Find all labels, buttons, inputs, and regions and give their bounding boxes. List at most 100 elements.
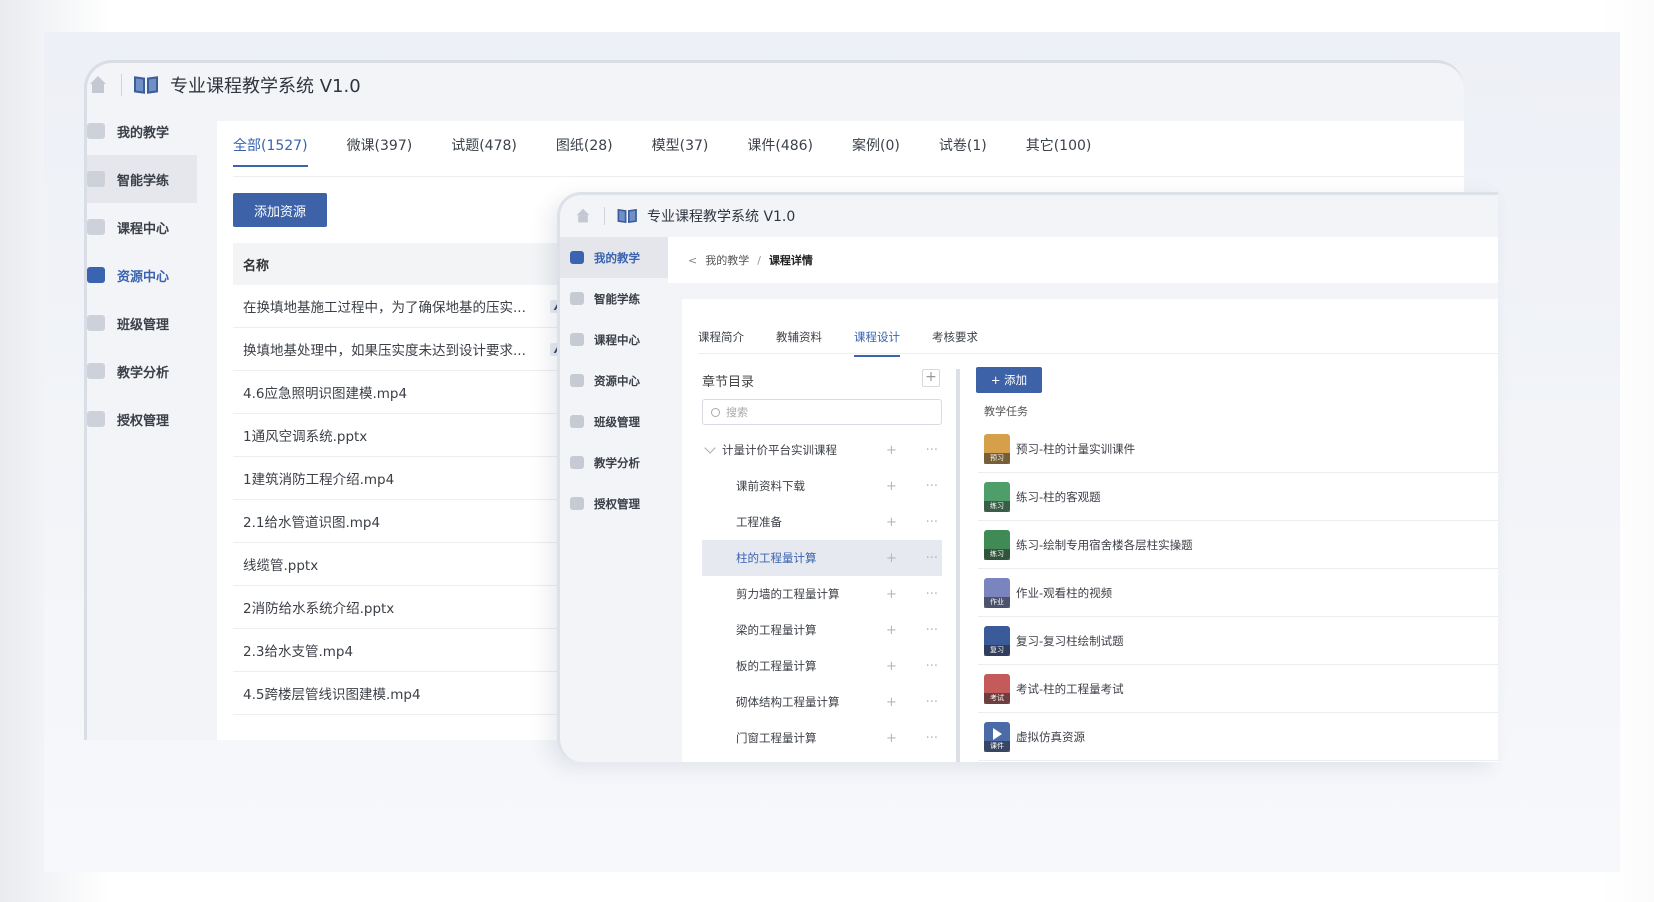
sidebar-item[interactable]: 智能学练 bbox=[560, 278, 668, 319]
sidebar-item[interactable]: 我的教学 bbox=[87, 107, 197, 155]
sidebar-item[interactable]: 课程中心 bbox=[87, 203, 197, 251]
resource-tab[interactable]: 试题(478) bbox=[451, 135, 517, 167]
table-row[interactable]: 1通风空调系统.pptx bbox=[233, 414, 573, 457]
table-row[interactable]: 线缆管.pptx bbox=[233, 543, 573, 586]
chapter-search-input[interactable]: 搜索 bbox=[702, 399, 942, 425]
add-node-plus-icon[interactable]: + bbox=[886, 479, 897, 494]
window-titlebar: 专业课程教学系统 V1.0 bbox=[560, 195, 1498, 237]
more-options-icon[interactable]: ··· bbox=[926, 479, 938, 494]
task-item[interactable]: 课件 虚拟仿真资源 bbox=[978, 713, 1498, 761]
titlebar-divider bbox=[121, 74, 122, 96]
node-actions: + ··· bbox=[886, 515, 942, 530]
task-item[interactable]: 练习 练习-绘制专用宿舍楼各层柱实操题 bbox=[978, 521, 1498, 569]
add-node-plus-icon[interactable]: + bbox=[886, 551, 897, 566]
window-titlebar: 专业课程教学系统 V1.0 bbox=[87, 63, 1464, 107]
resource-tab[interactable]: 课件(486) bbox=[747, 135, 813, 167]
resource-tab[interactable]: 图纸(28) bbox=[556, 135, 613, 167]
add-node-plus-icon[interactable]: + bbox=[886, 695, 897, 710]
task-label: 考试-柱的工程量考试 bbox=[1016, 681, 1124, 696]
row-name: 换填地基处理中，如果压实度未达到设计要求... bbox=[243, 343, 526, 359]
task-item[interactable]: 预习 预习-柱的计量实训课件 bbox=[978, 425, 1498, 473]
sidebar-item[interactable]: 智能学练 bbox=[87, 155, 197, 203]
breadcrumb-current: 课程详情 bbox=[768, 254, 813, 267]
more-options-icon[interactable]: ··· bbox=[926, 551, 938, 566]
add-node-plus-icon[interactable]: + bbox=[886, 587, 897, 602]
chapter-node[interactable]: 工程准备 + ··· bbox=[702, 504, 942, 540]
row-name: 1通风空调系统.pptx bbox=[243, 429, 368, 445]
table-row[interactable]: 4.5跨楼层管线识图建模.mp4 bbox=[233, 672, 573, 715]
add-chapter-plus-icon[interactable]: + bbox=[922, 369, 940, 387]
chapter-node[interactable]: 剪力墙的工程量计算 + ··· bbox=[702, 576, 942, 612]
task-item[interactable]: 复习 复习-复习柱绘制试题 bbox=[978, 617, 1498, 665]
task-item[interactable]: 作业 作业-观看柱的视频 bbox=[978, 569, 1498, 617]
table-row[interactable]: 2消防给水系统介绍.pptx bbox=[233, 586, 573, 629]
more-options-icon[interactable]: ··· bbox=[926, 623, 938, 638]
table-row[interactable]: 2.3给水支管.mp4 bbox=[233, 629, 573, 672]
resource-tab[interactable]: 模型(37) bbox=[652, 135, 709, 167]
resource-tab[interactable]: 案例(0) bbox=[852, 135, 900, 167]
chapter-node[interactable]: 门窗工程量计算 + ··· bbox=[702, 720, 942, 756]
sidebar-item[interactable]: 教学分析 bbox=[87, 347, 197, 395]
sidebar-item[interactable]: 资源中心 bbox=[560, 360, 668, 401]
back-chevron-icon[interactable]: < bbox=[688, 254, 697, 267]
chapter-node[interactable]: 课前资料下载 + ··· bbox=[702, 468, 942, 504]
task-file-icon: 练习 bbox=[984, 481, 1010, 512]
tasks-title: 教学任务 bbox=[984, 405, 1028, 418]
resource-tab[interactable]: 微课(397) bbox=[347, 135, 413, 167]
more-options-icon[interactable]: ··· bbox=[926, 515, 938, 530]
more-options-icon[interactable]: ··· bbox=[926, 695, 938, 710]
chapter-node[interactable]: 计量计价平台实训课程 + ··· bbox=[702, 432, 942, 468]
more-options-icon[interactable]: ··· bbox=[926, 443, 938, 458]
sidebar-item[interactable]: 班级管理 bbox=[560, 401, 668, 442]
add-node-plus-icon[interactable]: + bbox=[886, 515, 897, 530]
chapter-tree: 计量计价平台实训课程 + ··· 课前资料下载 + ··· 工程准备 + ··· 柱的工程量计算 +… bbox=[702, 432, 942, 756]
chapter-node-label: 课前资料下载 bbox=[736, 479, 805, 493]
table-row[interactable]: 1建筑消防工程介绍.mp4 bbox=[233, 457, 573, 500]
more-options-icon[interactable]: ··· bbox=[926, 659, 938, 674]
chapter-node[interactable]: 梁的工程量计算 + ··· bbox=[702, 612, 942, 648]
sidebar-item[interactable]: 授权管理 bbox=[560, 483, 668, 524]
chapter-node[interactable]: 柱的工程量计算 + ··· bbox=[702, 540, 942, 576]
add-node-plus-icon[interactable]: + bbox=[886, 659, 897, 674]
add-node-plus-icon[interactable]: + bbox=[886, 443, 897, 458]
more-options-icon[interactable]: ··· bbox=[926, 731, 938, 746]
table-row[interactable]: 2.1给水管道识图.mp4 bbox=[233, 500, 573, 543]
add-task-button[interactable]: + 添加 bbox=[976, 367, 1042, 393]
add-node-plus-icon[interactable]: + bbox=[886, 731, 897, 746]
node-actions: + ··· bbox=[886, 551, 942, 566]
panel-splitter[interactable] bbox=[956, 369, 960, 762]
breadcrumb-parent[interactable]: 我的教学 bbox=[705, 252, 749, 268]
task-item[interactable]: 考试 考试-柱的工程量考试 bbox=[978, 665, 1498, 713]
table-row[interactable]: 在换填地基施工过程中，为了确保地基的压实...AI bbox=[233, 285, 573, 328]
node-actions: + ··· bbox=[886, 695, 942, 710]
sidebar-item[interactable]: 授权管理 bbox=[87, 395, 197, 443]
task-file-icon: 作业 bbox=[984, 577, 1010, 608]
more-options-icon[interactable]: ··· bbox=[926, 587, 938, 602]
row-name: 2.1给水管道识图.mp4 bbox=[243, 515, 381, 531]
chapter-node-label: 砌体结构工程量计算 bbox=[736, 695, 840, 709]
resource-tab[interactable]: 全部(1527) bbox=[233, 135, 308, 167]
sidebar-item[interactable]: 班级管理 bbox=[87, 299, 197, 347]
course-icon bbox=[570, 333, 584, 346]
chapter-node[interactable]: 砌体结构工程量计算 + ··· bbox=[702, 684, 942, 720]
sidebar-item[interactable]: 我的教学 bbox=[560, 237, 668, 278]
table-row[interactable]: 换填地基处理中，如果压实度未达到设计要求...AI bbox=[233, 328, 573, 371]
home-icon[interactable] bbox=[87, 74, 109, 96]
resource-tab[interactable]: 试卷(1) bbox=[939, 135, 987, 167]
resource-tab[interactable]: 其它(100) bbox=[1026, 135, 1092, 167]
add-resource-button[interactable]: 添加资源 bbox=[233, 193, 327, 227]
chapter-title: 章节目录 bbox=[702, 375, 755, 390]
breadcrumb-separator: / bbox=[757, 253, 761, 267]
titlebar-divider bbox=[604, 207, 605, 225]
node-actions: + ··· bbox=[886, 443, 942, 458]
chapter-node[interactable]: 板的工程量计算 + ··· bbox=[702, 648, 942, 684]
sidebar-item[interactable]: 教学分析 bbox=[560, 442, 668, 483]
sidebar-item-label: 智能学练 bbox=[594, 291, 640, 306]
home-icon[interactable] bbox=[574, 207, 592, 225]
sidebar-item[interactable]: 资源中心 bbox=[87, 251, 197, 299]
chevron-down-icon[interactable] bbox=[704, 442, 716, 454]
table-row[interactable]: 4.6应急照明识图建模.mp4 bbox=[233, 371, 573, 414]
task-item[interactable]: 练习 练习-柱的客观题 bbox=[978, 473, 1498, 521]
add-node-plus-icon[interactable]: + bbox=[886, 623, 897, 638]
sidebar-item[interactable]: 课程中心 bbox=[560, 319, 668, 360]
